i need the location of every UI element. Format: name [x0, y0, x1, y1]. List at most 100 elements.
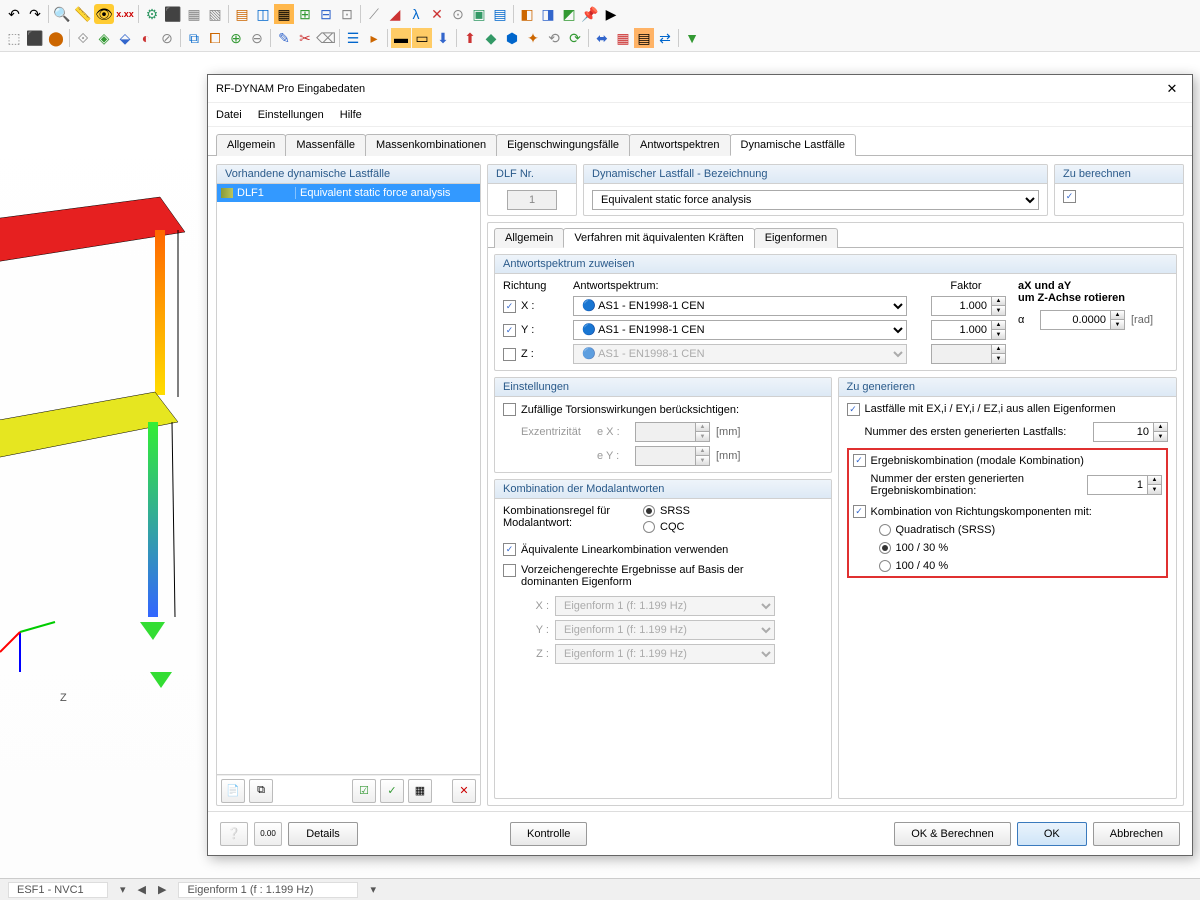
pin-icon[interactable]: 📌: [580, 4, 600, 24]
grid-icon[interactable]: ▦: [408, 779, 432, 803]
spec-y-select[interactable]: 🔵 AS1 - EN1998-1 CEN: [573, 320, 907, 340]
close-icon[interactable]: ✕: [1160, 77, 1184, 101]
tool-icon[interactable]: ▦: [184, 4, 204, 24]
spinner-buttons[interactable]: ▲▼: [991, 320, 1006, 340]
tab-allgemein[interactable]: Allgemein: [216, 134, 286, 156]
target-icon[interactable]: ⊙: [448, 4, 468, 24]
tool2-icon[interactable]: ⧉: [184, 28, 204, 48]
spinner-buttons[interactable]: ▲▼: [1147, 475, 1162, 495]
ok-button[interactable]: OK: [1017, 822, 1087, 846]
doc-icon[interactable]: ▣: [469, 4, 489, 24]
spinner-buttons[interactable]: ▲▼: [1153, 422, 1168, 442]
copy-icon[interactable]: ⧉: [249, 779, 273, 803]
tool2-icon[interactable]: ⬙: [115, 28, 135, 48]
tool2-icon[interactable]: ☰: [343, 28, 363, 48]
delete-icon[interactable]: ✕: [452, 779, 476, 803]
tool2-icon[interactable]: ▭: [412, 28, 432, 48]
torsion-checkbox[interactable]: [503, 403, 516, 416]
tool2-icon[interactable]: ▬: [391, 28, 411, 48]
ruler-icon[interactable]: 📏: [73, 4, 93, 24]
dir-x-checkbox[interactable]: ✓: [503, 300, 516, 313]
doc-icon[interactable]: ▤: [490, 4, 510, 24]
dlf-name-select[interactable]: Equivalent static force analysis: [592, 190, 1039, 210]
eye-icon[interactable]: 👁: [94, 4, 114, 24]
alpha-field[interactable]: [1040, 310, 1110, 330]
tool2-icon[interactable]: ⇄: [655, 28, 675, 48]
tool2-icon[interactable]: ⌫: [316, 28, 336, 48]
lambda-icon[interactable]: λ: [406, 4, 426, 24]
cqc-radio[interactable]: [643, 521, 655, 533]
grid-icon[interactable]: ⊞: [295, 4, 315, 24]
xx-icon[interactable]: x.xx: [115, 4, 135, 24]
compute-checkbox[interactable]: ✓: [1063, 190, 1076, 203]
help-icon[interactable]: ❔: [220, 822, 248, 846]
tool2-icon[interactable]: ⬤: [46, 28, 66, 48]
tab-dyn-lastfaelle[interactable]: Dynamische Lastfälle: [730, 134, 857, 156]
grid-icon[interactable]: ⊟: [316, 4, 336, 24]
arrow-icon[interactable]: ▶: [601, 4, 621, 24]
tool-icon[interactable]: ⚙: [142, 4, 162, 24]
grid-icon[interactable]: ▤: [232, 4, 252, 24]
tool2-icon[interactable]: ◐: [136, 28, 156, 48]
measure-icon[interactable]: ⟋: [364, 4, 384, 24]
tab-massenfaelle[interactable]: Massenfälle: [285, 134, 366, 156]
tool2-icon[interactable]: ⟳: [565, 28, 585, 48]
tool-icon[interactable]: ⬛: [163, 4, 183, 24]
zoom-icon[interactable]: 🔍: [52, 4, 72, 24]
redo-icon[interactable]: ↷: [25, 4, 45, 24]
spinner-buttons[interactable]: ▲▼: [991, 296, 1006, 316]
menu-settings[interactable]: Einstellungen: [258, 109, 324, 121]
undo-icon[interactable]: ↶: [4, 4, 24, 24]
gen-rc-checkbox[interactable]: ✓: [853, 454, 866, 467]
subtab-verfahren[interactable]: Verfahren mit äquivalenten Kräften: [563, 228, 754, 248]
cancel-button[interactable]: Abbrechen: [1093, 822, 1180, 846]
units-icon[interactable]: 0.00: [254, 822, 282, 846]
tab-eigenschwing[interactable]: Eigenschwingungsfälle: [496, 134, 630, 156]
menu-help[interactable]: Hilfe: [340, 109, 362, 121]
dir-srss-radio[interactable]: [879, 524, 891, 536]
factor-y-field[interactable]: [931, 320, 991, 340]
grid-icon[interactable]: ▦: [274, 4, 294, 24]
compass-icon[interactable]: ◢: [385, 4, 405, 24]
tab-antwortspektren[interactable]: Antwortspektren: [629, 134, 730, 156]
new-icon[interactable]: 📄: [221, 779, 245, 803]
tool2-icon[interactable]: ⬆: [460, 28, 480, 48]
tool2-icon[interactable]: ◈: [94, 28, 114, 48]
menu-file[interactable]: Datei: [216, 109, 242, 121]
grid-icon[interactable]: ◫: [253, 4, 273, 24]
tool2-icon[interactable]: ⬌: [592, 28, 612, 48]
kontrolle-button[interactable]: Kontrolle: [510, 822, 587, 846]
subtab-allgemein[interactable]: Allgemein: [494, 228, 564, 248]
dir-z-checkbox[interactable]: [503, 348, 516, 361]
tool2-icon[interactable]: ⬛: [25, 28, 45, 48]
ok-calc-button[interactable]: OK & Berechnen: [894, 822, 1011, 846]
tool2-icon[interactable]: ⧠: [205, 28, 225, 48]
cross-icon[interactable]: ✕: [427, 4, 447, 24]
tool2-icon[interactable]: ⬚: [4, 28, 24, 48]
tool2-icon[interactable]: ✂: [295, 28, 315, 48]
grid-icon[interactable]: ⊡: [337, 4, 357, 24]
tool2-icon[interactable]: ▼: [682, 28, 702, 48]
tool2-icon[interactable]: ⊖: [247, 28, 267, 48]
gen-lc-checkbox[interactable]: ✓: [847, 403, 860, 416]
tool2-icon[interactable]: ⊘: [157, 28, 177, 48]
view-icon[interactable]: ◩: [559, 4, 579, 24]
tool2-icon[interactable]: ⟲: [544, 28, 564, 48]
subtab-eigenformen[interactable]: Eigenformen: [754, 228, 838, 248]
dir-y-checkbox[interactable]: ✓: [503, 324, 516, 337]
tool2-icon[interactable]: ▸: [364, 28, 384, 48]
view-icon[interactable]: ◧: [517, 4, 537, 24]
tool-icon[interactable]: ▧: [205, 4, 225, 24]
tool2-icon[interactable]: ⬢: [502, 28, 522, 48]
spec-x-select[interactable]: 🔵 AS1 - EN1998-1 CEN: [573, 296, 907, 316]
tool2-icon[interactable]: ▤: [634, 28, 654, 48]
dir-10040-radio[interactable]: [879, 560, 891, 572]
tool2-icon[interactable]: ◆: [481, 28, 501, 48]
lin-checkbox[interactable]: ✓: [503, 543, 516, 556]
srss-radio[interactable]: [643, 505, 655, 517]
sign-checkbox[interactable]: [503, 564, 516, 577]
list-item[interactable]: DLF1 Equivalent static force analysis: [217, 184, 480, 202]
dir-10030-radio[interactable]: [879, 542, 891, 554]
rc-num-field[interactable]: [1087, 475, 1147, 495]
check-all-icon[interactable]: ☑: [352, 779, 376, 803]
